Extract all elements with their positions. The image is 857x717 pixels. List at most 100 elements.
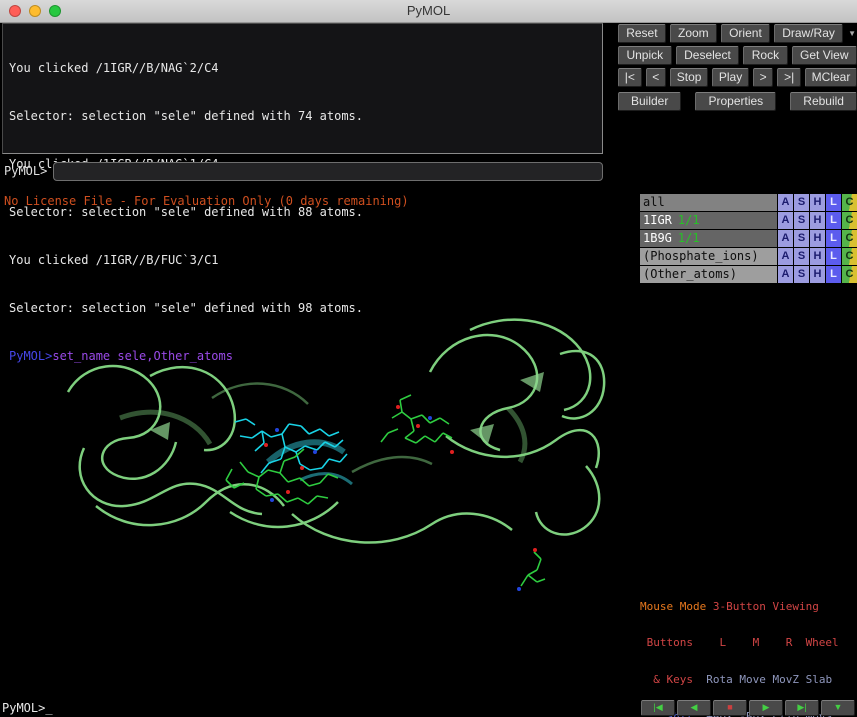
- actions-button[interactable]: A: [778, 266, 793, 283]
- console-line: You clicked /1IGR//B/NAG`2/C4: [9, 60, 596, 76]
- command-prompt-label: PyMOL>: [4, 164, 47, 178]
- selection-name[interactable]: (Other_atoms): [640, 266, 777, 283]
- bottom-command-prompt[interactable]: PyMOL>_: [2, 701, 53, 715]
- object-state: 1/1: [678, 231, 700, 245]
- get-view-button[interactable]: Get View: [792, 46, 857, 65]
- movie-last-button[interactable]: ▶|: [785, 700, 819, 716]
- hide-button[interactable]: H: [810, 266, 825, 283]
- color-button[interactable]: C: [842, 248, 857, 265]
- object-row-all: all A S H L C: [640, 194, 857, 211]
- color-button[interactable]: C: [842, 266, 857, 283]
- hide-button[interactable]: H: [810, 248, 825, 265]
- actions-button[interactable]: A: [778, 194, 793, 211]
- object-label: 1IGR: [643, 213, 672, 227]
- atom-dots: [264, 405, 537, 591]
- control-row-3: |< < Stop Play > >| MClear: [618, 68, 857, 87]
- object-row-1igr: 1IGR 1/1 A S H L C: [640, 212, 857, 229]
- object-label: 1B9G: [643, 231, 672, 245]
- show-button[interactable]: S: [794, 248, 809, 265]
- properties-button[interactable]: Properties: [695, 92, 776, 111]
- buttons-header: Buttons L M R Wheel: [640, 636, 839, 649]
- frame-prev-button[interactable]: <: [646, 68, 666, 87]
- control-panel: Reset Zoom Orient Draw/Ray ▼ Unpick Dese…: [618, 24, 857, 111]
- keys-actions: Rota Move MovZ Slab: [700, 673, 832, 686]
- keys-label: & Keys: [640, 673, 700, 686]
- frame-first-button[interactable]: |<: [618, 68, 642, 87]
- reset-button[interactable]: Reset: [618, 24, 666, 43]
- mouse-mode-value: 3-Button Viewing: [713, 600, 819, 613]
- frame-next-button[interactable]: >: [753, 68, 773, 87]
- orient-button[interactable]: Orient: [721, 24, 770, 43]
- rebuild-button[interactable]: Rebuild: [790, 92, 857, 111]
- console-output: You clicked /1IGR//B/NAG`2/C4 Selector: …: [2, 23, 603, 154]
- movie-stop-button[interactable]: ■: [713, 700, 747, 716]
- color-button[interactable]: C: [842, 194, 857, 211]
- console-line: Selector: selection "sele" defined with …: [9, 300, 596, 316]
- label-button[interactable]: L: [826, 248, 841, 265]
- object-row-1b9g: 1B9G 1/1 A S H L C: [640, 230, 857, 247]
- show-button[interactable]: S: [794, 212, 809, 229]
- command-input[interactable]: [53, 162, 603, 181]
- object-state: 1/1: [678, 213, 700, 227]
- hide-button[interactable]: H: [810, 194, 825, 211]
- actions-button[interactable]: A: [778, 212, 793, 229]
- control-row-4: Builder Properties Rebuild: [618, 92, 857, 111]
- mouse-mode-label: Mouse Mode: [640, 600, 713, 613]
- keys-line: & Keys Rota Move MovZ Slab: [640, 674, 857, 686]
- echo-command: set_name sele,Other_atoms: [52, 349, 233, 363]
- panel-menu-arrow-icon[interactable]: ▼: [847, 29, 857, 38]
- cartoon-cyan: [268, 442, 352, 484]
- console-line: Selector: selection "sele" defined with …: [9, 108, 596, 124]
- movie-menu-button[interactable]: ▼: [821, 700, 855, 716]
- hide-button[interactable]: H: [810, 230, 825, 247]
- echo-prompt: PyMOL>: [9, 349, 52, 363]
- builder-button[interactable]: Builder: [618, 92, 681, 111]
- stop-button[interactable]: Stop: [670, 68, 708, 87]
- bottom-prompt-label: PyMOL>: [2, 701, 45, 715]
- label-button[interactable]: L: [826, 194, 841, 211]
- actions-button[interactable]: A: [778, 248, 793, 265]
- actions-button[interactable]: A: [778, 230, 793, 247]
- movie-controls: |◀ ◀ ■ ▶ ▶| ▼: [641, 700, 855, 716]
- object-name[interactable]: all: [640, 194, 777, 211]
- hide-button[interactable]: H: [810, 212, 825, 229]
- deselect-button[interactable]: Deselect: [676, 46, 740, 65]
- license-notice: No License File - For Evaluation Only (0…: [4, 194, 409, 208]
- console-line: You clicked /1IGR//B/FUC`3/C1: [9, 252, 596, 268]
- draw-ray-button[interactable]: Draw/Ray: [774, 24, 843, 43]
- movie-play-button[interactable]: ▶: [749, 700, 783, 716]
- object-name[interactable]: 1IGR 1/1: [640, 212, 777, 229]
- movie-first-button[interactable]: |◀: [641, 700, 675, 716]
- mouse-mode-line[interactable]: Mouse Mode 3-Button Viewing: [640, 601, 857, 613]
- play-button[interactable]: Play: [712, 68, 749, 87]
- mouse-mode-panel: Mouse Mode 3-Button Viewing Buttons L M …: [640, 576, 857, 717]
- show-button[interactable]: S: [794, 230, 809, 247]
- pymol-window: PyMOL: [0, 0, 857, 717]
- label-button[interactable]: L: [826, 212, 841, 229]
- titlebar[interactable]: PyMOL: [0, 0, 857, 23]
- buttons-header-line: Buttons L M R Wheel: [640, 637, 857, 649]
- zoom-button-cmd[interactable]: Zoom: [670, 24, 717, 43]
- window-title: PyMOL: [0, 3, 857, 18]
- color-button[interactable]: C: [842, 212, 857, 229]
- sticks-green: [226, 395, 545, 586]
- mclear-button[interactable]: MClear: [805, 68, 857, 87]
- bottom-bar: PyMOL>_ |◀ ◀ ■ ▶ ▶| ▼: [0, 699, 857, 717]
- frame-last-button[interactable]: >|: [777, 68, 801, 87]
- rock-button[interactable]: Rock: [743, 46, 787, 65]
- selection-name[interactable]: (Phosphate_ions): [640, 248, 777, 265]
- label-button[interactable]: L: [826, 266, 841, 283]
- show-button[interactable]: S: [794, 266, 809, 283]
- movie-prev-button[interactable]: ◀: [677, 700, 711, 716]
- command-row: PyMOL>: [2, 159, 603, 183]
- object-name[interactable]: 1B9G 1/1: [640, 230, 777, 247]
- show-button[interactable]: S: [794, 194, 809, 211]
- console-command-echo: PyMOL>set_name sele,Other_atoms: [9, 348, 596, 364]
- control-row-2: Unpick Deselect Rock Get View: [618, 46, 857, 65]
- unpick-button[interactable]: Unpick: [618, 46, 672, 65]
- text-cursor: _: [45, 701, 52, 715]
- label-button[interactable]: L: [826, 230, 841, 247]
- color-button[interactable]: C: [842, 230, 857, 247]
- control-row-1: Reset Zoom Orient Draw/Ray ▼: [618, 24, 857, 43]
- object-row-phosphate-ions: (Phosphate_ions) A S H L C: [640, 248, 857, 265]
